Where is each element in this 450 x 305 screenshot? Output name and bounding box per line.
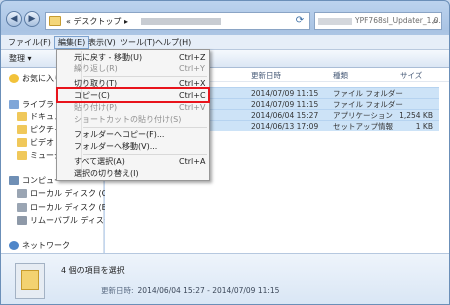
blurred-path (141, 18, 221, 25)
menu-item-label: フォルダーへ移動(V)... (74, 142, 158, 151)
back-icon[interactable]: ◀ (6, 11, 22, 27)
menu-separator (83, 127, 207, 128)
breadcrumb[interactable]: « デスクトップ ▸ (66, 16, 128, 27)
star-icon (9, 74, 19, 83)
modified-label: 更新日時: (101, 286, 134, 295)
selection-thumbnail-icon (15, 263, 45, 299)
sidebar-label: ネットワーク (22, 241, 70, 250)
menu-item-copy-to-folder[interactable]: フォルダーへコピー(F)... (57, 129, 209, 141)
sidebar-label: ローカル ディスク (C:) (30, 189, 114, 198)
search-input[interactable]: YPF768sI_Updater_1.0.0.2の検索 ⌕ (314, 12, 442, 30)
cell-size: 1 KB (415, 122, 433, 131)
videos-icon (17, 138, 27, 147)
menu-file[interactable]: ファイル(F) (5, 36, 54, 49)
sidebar-item-computer[interactable]: コンピュー (9, 175, 62, 187)
disk-icon (17, 189, 27, 198)
forward-icon[interactable]: ▶ (24, 11, 40, 27)
selection-count: 4 個の項目を選択 (61, 266, 125, 275)
address-bar[interactable]: « デスクトップ ▸ ⟳ (45, 12, 310, 30)
menu-item-invert-selection[interactable]: 選択の切り替え(I) (57, 168, 209, 180)
sidebar-item-favorites[interactable]: お気に入り (9, 73, 62, 85)
menu-help[interactable]: ヘルプ(H) (152, 36, 194, 49)
explorer-window: ◀ ▶ « デスクトップ ▸ ⟳ YPF768sI_Updater_1.0.0.… (0, 0, 450, 305)
organize-button[interactable]: 整理 ▾ (9, 53, 32, 64)
menu-view[interactable]: 表示(V) (85, 36, 119, 49)
edit-menu-dropdown: 元に戻す - 移動(U) Ctrl+Z 繰り返し(R) Ctrl+Y 切り取り(T)… (56, 49, 210, 181)
menu-item-shortcut: Ctrl+A (179, 157, 206, 166)
menu-item-label: 繰り返し(R) (74, 64, 118, 73)
copy-highlight-box (56, 87, 210, 103)
sidebar-item-removable[interactable]: リムーバブル ディスク ( (17, 215, 118, 227)
search-icon[interactable]: ⌕ (432, 14, 438, 29)
usb-drive-icon (17, 216, 27, 225)
cell-modified: 2014/06/13 17:09 (251, 122, 319, 131)
library-icon (9, 100, 19, 109)
modified-range: 更新日時: 2014/06/04 15:27 - 2014/07/09 11:15 (101, 285, 279, 296)
folder-icon (49, 16, 61, 26)
sidebar-label: ローカル ディスク (E:) (30, 203, 113, 212)
sidebar-item-disk-c[interactable]: ローカル ディスク (C:) (17, 188, 113, 200)
sidebar-label: ビデオ (30, 138, 54, 147)
disk-icon (17, 203, 27, 212)
blurred-search-prefix (318, 18, 352, 25)
cell-type: セットアップ情報 (333, 122, 393, 131)
modified-value: 2014/06/04 15:27 - 2014/07/09 11:15 (137, 286, 280, 295)
music-icon (17, 151, 27, 160)
documents-icon (17, 112, 27, 121)
menu-separator (83, 154, 207, 155)
menu-item-label: 貼り付け(P) (74, 103, 118, 112)
menu-edit[interactable]: 編集(E) (54, 36, 90, 49)
menu-item-paste-shortcut[interactable]: ショートカットの貼り付け(S) (57, 114, 209, 126)
title-bar: ◀ ▶ « デスクトップ ▸ ⟳ YPF768sI_Updater_1.0.0.… (1, 1, 449, 35)
sidebar-item-disk-e[interactable]: ローカル ディスク (E:) (17, 202, 113, 214)
menu-bar: ファイル(F) 編集(E) 表示(V) ツール(T) ヘルプ(H) (1, 35, 449, 50)
menu-separator (83, 76, 207, 77)
sidebar-item-libraries[interactable]: ライブラ (9, 99, 54, 111)
menu-item-label: ショートカットの貼り付け(S) (74, 115, 182, 124)
menu-item-redo[interactable]: 繰り返し(R) Ctrl+Y (57, 63, 209, 75)
search-placeholder: YPF768sI_Updater_1.0.0.2の検索 (355, 16, 441, 25)
sidebar-item-videos[interactable]: ビデオ (17, 137, 54, 149)
details-pane: 4 個の項目を選択 更新日時: 2014/06/04 15:27 - 2014/0… (1, 253, 449, 304)
sidebar-label: ライブラ (22, 100, 54, 109)
sidebar-item-network[interactable]: ネットワーク (9, 240, 70, 252)
network-icon (9, 241, 19, 250)
menu-item-paste[interactable]: 貼り付け(P) Ctrl+V (57, 102, 209, 114)
computer-icon (9, 176, 19, 185)
column-modified[interactable]: 更新日時 (251, 70, 281, 81)
menu-item-label: 選択の切り替え(I) (74, 169, 139, 178)
column-size[interactable]: サイズ (400, 70, 422, 81)
menu-item-label: すべて選択(A) (74, 157, 125, 166)
refresh-icon[interactable]: ⟳ (293, 14, 307, 28)
menu-item-shortcut: Ctrl+Y (179, 64, 205, 73)
menu-item-label: フォルダーへコピー(F)... (74, 130, 165, 139)
menu-item-shortcut: Ctrl+V (179, 103, 206, 112)
pictures-icon (17, 125, 27, 134)
menu-item-select-all[interactable]: すべて選択(A) Ctrl+A (57, 156, 209, 168)
menu-item-move-to-folder[interactable]: フォルダーへ移動(V)... (57, 141, 209, 153)
column-type[interactable]: 種類 (333, 70, 348, 81)
